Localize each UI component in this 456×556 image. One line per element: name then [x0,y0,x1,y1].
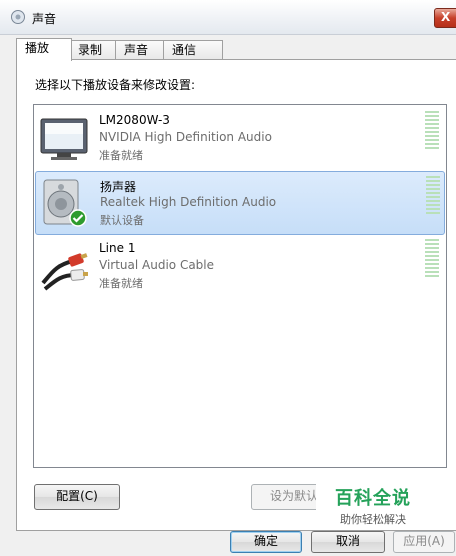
device-driver: Virtual Audio Cable [99,258,215,272]
cancel-button[interactable]: 取消 [311,531,385,553]
speaker-icon [43,179,87,227]
tab-recording[interactable]: 录制 [69,40,117,60]
device-status: 准备就绪 [99,149,143,162]
watermark-tagline: 助你轻松解决 [340,513,406,526]
window-title: 声音 [32,12,57,26]
title-bar: 声音 X [0,0,456,35]
configure-button[interactable]: 配置(C) [34,484,120,510]
tab-playback[interactable]: 播放 [16,38,72,61]
device-item[interactable]: Line 1 Virtual Audio Cable 准备就绪 [35,235,443,297]
watermark-logo: 百科全说 [335,488,411,509]
level-meter [426,176,440,218]
level-meter [425,239,439,281]
device-status: 默认设备 [100,214,144,227]
device-driver: NVIDIA High Definition Audio [99,130,272,144]
level-meter [425,111,439,153]
ok-button[interactable]: 确定 [230,531,302,553]
device-status: 准备就绪 [99,277,143,290]
sound-icon [11,10,25,24]
rca-cable-icon [41,253,88,291]
device-name: LM2080W-3 [99,113,170,127]
playback-panel: 选择以下播放设备来修改设置: LM2080W-3 NVIDIA High Def… [16,59,456,531]
device-item[interactable]: LM2080W-3 NVIDIA High Definition Audio 准… [35,107,443,169]
device-name: 扬声器 [100,180,137,194]
instruction-text: 选择以下播放设备来修改设置: [35,78,196,92]
apply-button[interactable]: 应用(A) [393,531,455,553]
device-name: Line 1 [99,241,136,255]
close-icon: X [441,10,451,24]
monitor-icon [40,118,88,160]
close-button[interactable]: X [434,8,456,28]
watermark: 百科全说 助你轻松解决 [316,480,430,530]
tab-sounds[interactable]: 声音 [115,40,165,60]
device-item-selected[interactable]: 扬声器 Realtek High Definition Audio 默认设备 [35,171,445,235]
tab-communications[interactable]: 通信 [163,40,223,60]
device-list[interactable]: LM2080W-3 NVIDIA High Definition Audio 准… [33,104,447,468]
device-driver: Realtek High Definition Audio [100,195,277,209]
